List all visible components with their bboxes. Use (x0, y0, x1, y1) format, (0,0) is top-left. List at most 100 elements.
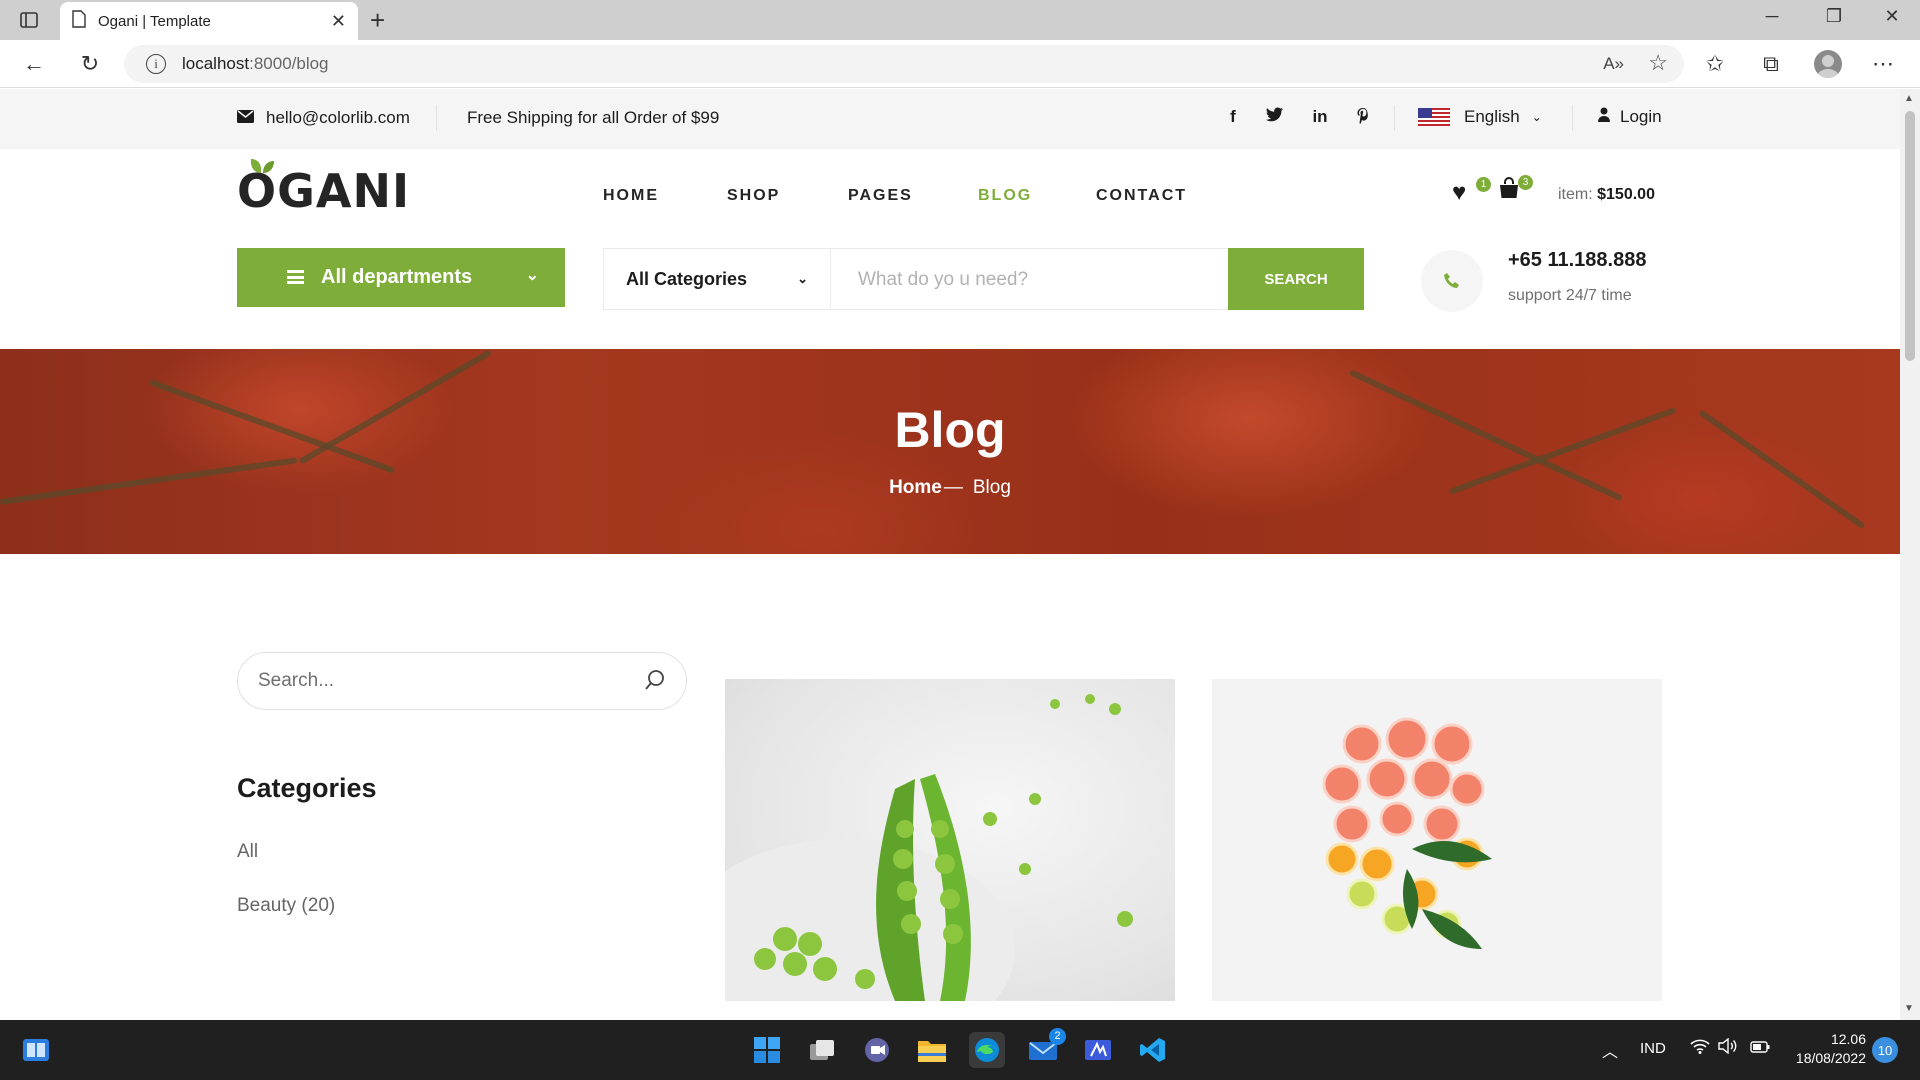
header-top-bar: hello@colorlib.com Free Shipping for all… (0, 89, 1900, 149)
windows-taskbar: 2 ︿ IND 12.06 18/08/2022 10 (0, 1020, 1920, 1080)
email-text: hello@colorlib.com (266, 108, 410, 127)
pinterest-icon[interactable] (1352, 107, 1374, 129)
cart-total: item: $150.00 (1558, 186, 1655, 204)
browser-tab[interactable]: Ogani | Template ✕ (60, 2, 358, 40)
mail-count-badge: 2 (1049, 1028, 1066, 1045)
add-favorite-icon[interactable]: ☆ (1648, 50, 1668, 76)
us-flag-icon (1418, 108, 1450, 126)
leaf-icon (250, 159, 274, 173)
phone-icon (1421, 250, 1483, 312)
profile-icon[interactable] (1814, 50, 1842, 78)
mail-icon[interactable]: 2 (1025, 1028, 1066, 1068)
blog-image-peas[interactable] (725, 679, 1175, 1001)
cart-count-badge: 3 (1518, 175, 1533, 190)
vscode-icon[interactable] (1135, 1032, 1171, 1068)
blog-search-placeholder: Search... (258, 670, 335, 691)
blog-image-citrus[interactable] (1212, 679, 1662, 1001)
input-language[interactable]: IND (1640, 1040, 1666, 1057)
categories-heading: Categories (237, 773, 377, 803)
product-search-input[interactable]: What do yo u need? (858, 269, 1028, 291)
browser-tab-strip: Ogani | Template ✕ + ─ ❐ ✕ (0, 0, 1920, 40)
all-departments-button[interactable]: All departments ⌄ (237, 248, 565, 307)
divider (1394, 105, 1395, 131)
file-explorer-icon[interactable] (914, 1032, 950, 1068)
nav-pages[interactable]: PAGES (848, 187, 913, 205)
teams-chat-icon[interactable] (859, 1032, 895, 1068)
favorites-icon[interactable]: ✩ (1700, 50, 1730, 78)
chevron-up-icon[interactable]: ︿ (1602, 1038, 1618, 1062)
breadcrumb: Home — Blog (0, 477, 1900, 499)
tab-title: Ogani | Template (98, 12, 211, 30)
breadcrumb-banner: Blog Home — Blog (0, 349, 1900, 554)
support-text: support 24/7 time (1508, 287, 1632, 304)
battery-icon[interactable] (1750, 1040, 1770, 1057)
close-icon[interactable]: ✕ (331, 11, 346, 32)
user-icon (1598, 107, 1610, 127)
login-link[interactable]: Login (1598, 107, 1662, 127)
info-icon[interactable]: i (146, 54, 166, 74)
volume-icon[interactable] (1718, 1037, 1738, 1058)
wishlist-button[interactable]: ♥ 1 (1452, 177, 1491, 207)
editor-icon[interactable] (1080, 1032, 1116, 1068)
read-aloud-icon[interactable]: A» (1603, 54, 1624, 74)
breadcrumb-current: Blog (972, 477, 1011, 498)
breadcrumb-separator: — (943, 477, 963, 498)
phone-number: +65 11.188.888 (1508, 249, 1647, 271)
edge-icon[interactable] (969, 1032, 1005, 1068)
wishlist-count-badge: 1 (1476, 177, 1491, 192)
search-icon[interactable] (644, 669, 666, 697)
category-link-all[interactable]: All (237, 841, 258, 863)
nav-contact[interactable]: CONTACT (1096, 187, 1187, 205)
page-scrollbar[interactable]: ▲ ▼ (1900, 89, 1920, 1020)
linkedin-icon[interactable]: in (1309, 107, 1331, 127)
heart-icon: ♥ (1452, 179, 1467, 206)
more-icon[interactable]: ⋯ (1868, 50, 1898, 78)
page-viewport: hello@colorlib.com Free Shipping for all… (0, 89, 1900, 1020)
minimize-icon[interactable]: ─ (1752, 6, 1792, 27)
chevron-down-icon: ⌄ (1531, 110, 1542, 124)
login-label: Login (1620, 107, 1662, 126)
category-link-beauty[interactable]: Beauty (20) (237, 895, 335, 917)
menu-icon (287, 270, 304, 284)
clock-date: 18/08/2022 (1795, 1050, 1866, 1066)
scrollbar-thumb[interactable] (1905, 111, 1915, 361)
notification-badge[interactable]: 10 (1872, 1037, 1898, 1063)
ogani-logo[interactable]: OGANI (237, 159, 410, 218)
page-title: Blog (894, 402, 1006, 458)
free-shipping-text: Free Shipping for all Order of $99 (467, 108, 720, 127)
task-view-icon[interactable] (804, 1032, 840, 1068)
clock-time: 12.06 (1830, 1031, 1866, 1047)
category-value: All Categories (626, 268, 748, 289)
nav-home[interactable]: HOME (603, 187, 659, 205)
language-label: English (1464, 107, 1520, 126)
refresh-icon[interactable]: ↻ (76, 50, 104, 78)
new-tab-icon[interactable]: + (370, 6, 385, 34)
envelope-icon (237, 108, 254, 128)
clock[interactable]: 12.06 18/08/2022 (1786, 1030, 1866, 1068)
widgets-icon[interactable] (18, 1032, 54, 1068)
nav-blog[interactable]: BLOG (978, 187, 1032, 205)
twitter-icon[interactable] (1264, 107, 1286, 127)
nav-shop[interactable]: SHOP (727, 187, 780, 205)
divider (1572, 105, 1573, 131)
scroll-down-icon[interactable]: ▼ (1904, 1003, 1914, 1014)
tab-actions-icon[interactable] (18, 9, 40, 31)
restore-icon[interactable]: ❐ (1814, 6, 1854, 27)
category-select[interactable]: All Categories ⌄ (604, 249, 831, 309)
product-search-form: All Categories ⌄ What do yo u need? SEAR… (603, 248, 1364, 310)
wifi-icon[interactable] (1690, 1038, 1710, 1058)
page-icon (72, 9, 86, 33)
cart-button[interactable]: 3 (1498, 175, 1533, 204)
collections-icon[interactable]: ⧉ (1756, 50, 1786, 78)
start-icon[interactable] (749, 1032, 785, 1068)
breadcrumb-home-link[interactable]: Home (889, 477, 942, 498)
blog-search-input[interactable]: Search... (237, 652, 687, 710)
chevron-down-icon: ⌄ (797, 271, 808, 286)
window-close-icon[interactable]: ✕ (1872, 6, 1912, 27)
language-selector[interactable]: English ⌄ (1418, 107, 1542, 127)
url-field[interactable]: i localhost:8000/blog A» ☆ (124, 45, 1684, 83)
facebook-icon[interactable]: f (1222, 107, 1244, 127)
scroll-up-icon[interactable]: ▲ (1904, 93, 1914, 104)
search-button[interactable]: SEARCH (1228, 248, 1364, 310)
back-icon[interactable]: ← (20, 50, 48, 78)
